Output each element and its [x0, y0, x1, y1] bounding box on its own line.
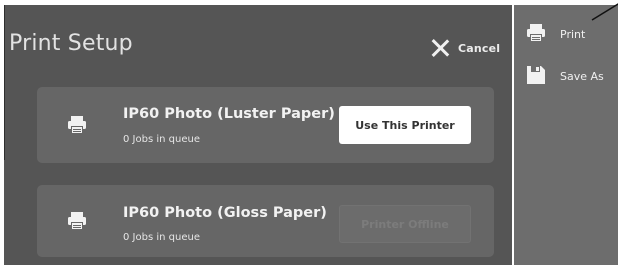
cancel-button[interactable]: Cancel: [430, 35, 500, 61]
callout-pointer-line: [591, 3, 618, 21]
close-icon: [430, 38, 450, 58]
sidebar-item-label: Print: [560, 28, 586, 41]
save-icon: [526, 65, 546, 88]
printer-card-luster: IP60 Photo (Luster Paper) 0 Jobs in queu…: [37, 87, 494, 163]
dialog-title: Print Setup: [9, 31, 133, 56]
printer-queue-status: 0 Jobs in queue: [123, 232, 200, 243]
printer-icon: [67, 115, 87, 139]
printer-offline-button: Printer Offline: [339, 205, 471, 243]
use-this-printer-button[interactable]: Use This Printer: [339, 106, 471, 144]
printer-icon: [67, 211, 87, 235]
printer-queue-status: 0 Jobs in queue: [123, 134, 200, 145]
sidebar-item-label: Save As: [560, 70, 604, 83]
side-panel: Print Save As: [514, 5, 618, 265]
panel-edge-divider: [4, 5, 5, 160]
printer-name: IP60 Photo (Gloss Paper): [123, 205, 327, 221]
printer-card-gloss: IP60 Photo (Gloss Paper) 0 Jobs in queue…: [37, 185, 494, 257]
sidebar-item-print[interactable]: Print: [526, 23, 585, 46]
cancel-label: Cancel: [458, 41, 501, 55]
sidebar-item-save-as[interactable]: Save As: [526, 65, 604, 88]
print-setup-dialog: Print Setup Cancel IP60 Photo (Luster Pa…: [4, 5, 512, 265]
printer-name: IP60 Photo (Luster Paper): [123, 106, 335, 122]
printer-icon: [526, 23, 546, 46]
